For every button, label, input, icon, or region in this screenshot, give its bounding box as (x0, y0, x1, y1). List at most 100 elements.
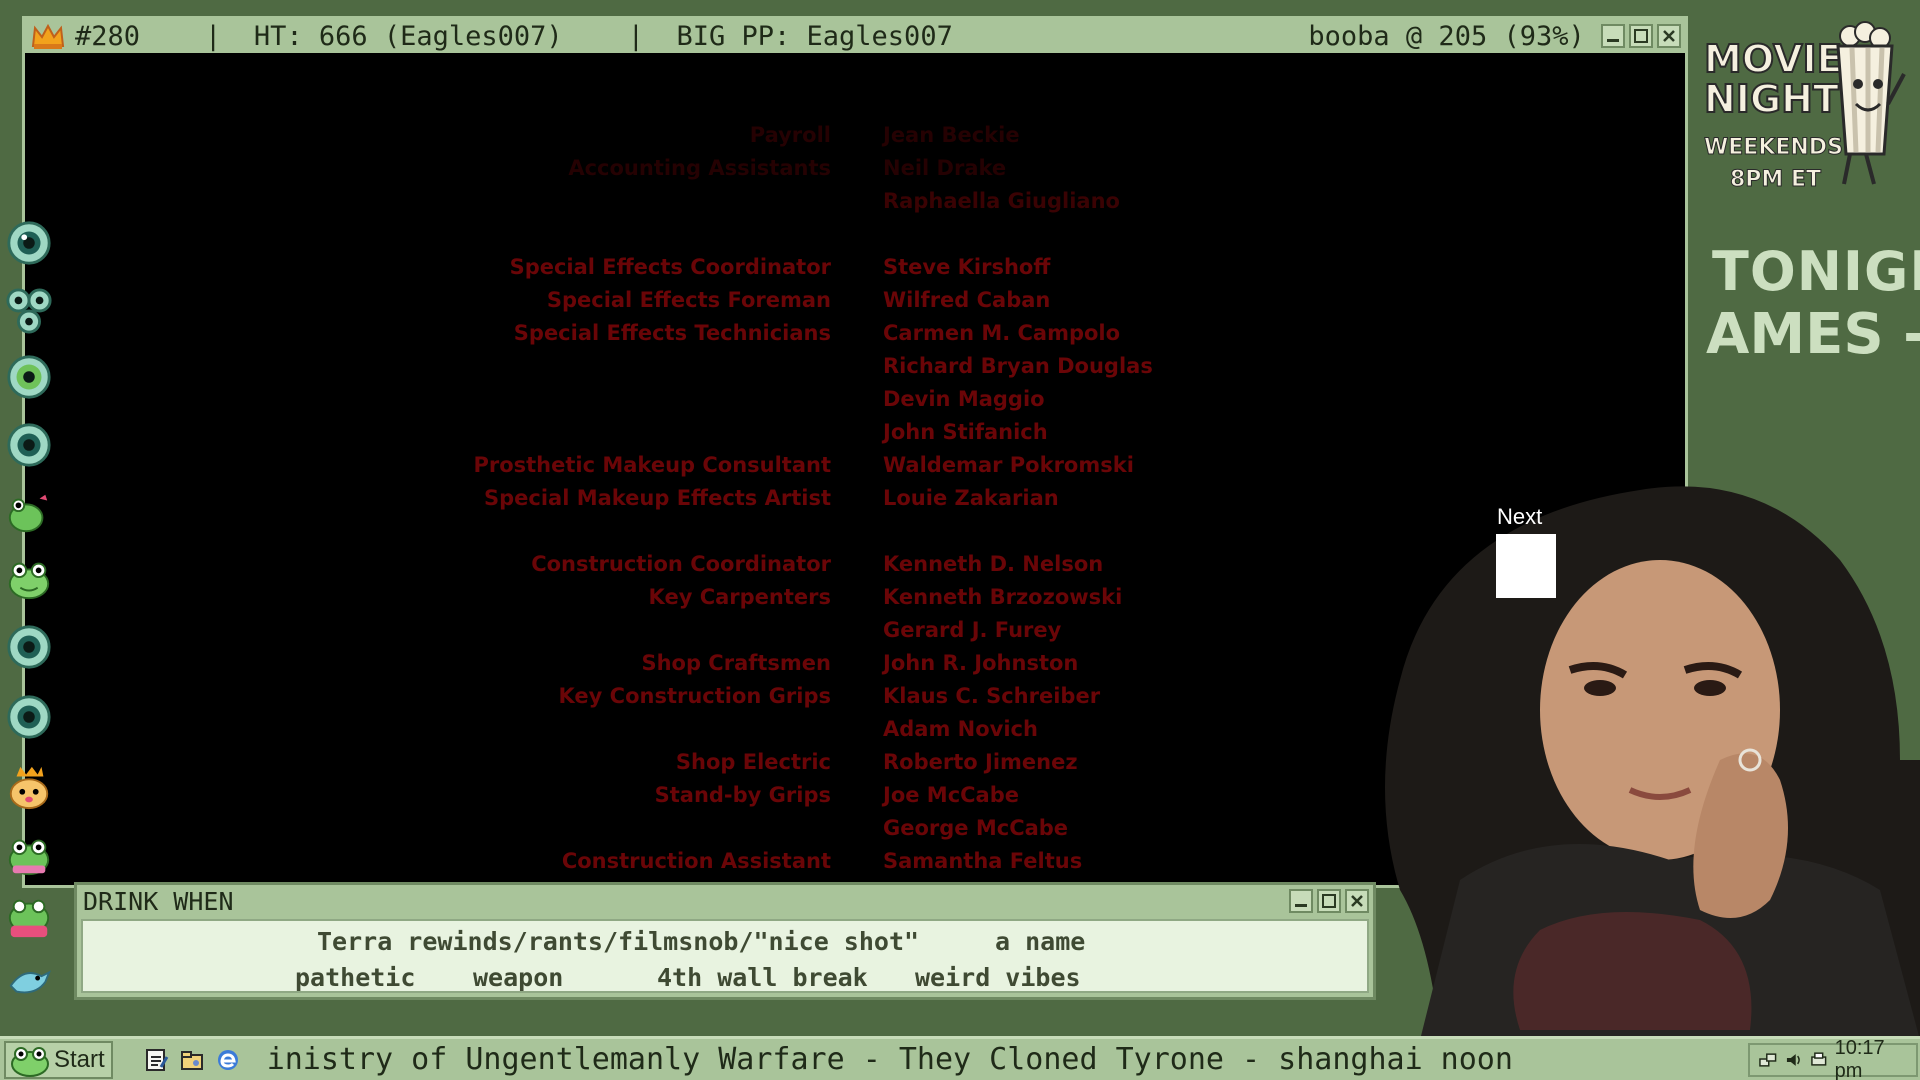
high-tip: HT: 666 (Eagles007) (253, 20, 563, 52)
credit-name: Adam Novich (883, 717, 1038, 741)
triple-eyes-emote-icon (4, 286, 54, 336)
logo-line-3: WEEKENDS (1704, 135, 1843, 160)
eyeball-emote-icon (4, 218, 54, 268)
stream-counter: #280 (75, 20, 141, 52)
title-separator: | (562, 20, 677, 52)
frog-start-icon (11, 1046, 49, 1077)
explorer-icon[interactable] (179, 1047, 205, 1073)
logo-line-2: NIGHT (1704, 77, 1839, 121)
internet-explorer-icon[interactable] (215, 1047, 241, 1073)
drink-rule: Terra rewinds/rants/filmsnob/"nice shot" (317, 927, 920, 956)
credit-role: Construction Assistant (561, 849, 831, 873)
credit-row: Richard Bryan Douglas (25, 354, 1685, 384)
logo-line-4: 8PM ET (1730, 167, 1821, 192)
minimize-icon (1607, 39, 1619, 42)
next-preview (1496, 534, 1556, 598)
credit-name: Jean Beckie (883, 123, 1020, 147)
title-separator: | (140, 20, 254, 52)
credit-name: John R. Johnston (883, 651, 1079, 675)
logo-line-1: MOVIE (1704, 37, 1843, 81)
credit-name: Kenneth D. Nelson (883, 552, 1104, 576)
credit-name: Carmen M. Campolo (883, 321, 1121, 345)
network-icon[interactable] (1758, 1050, 1778, 1070)
credit-name: Waldemar Pokromski (883, 453, 1134, 477)
maximize-button[interactable] (1317, 889, 1341, 913)
eyeball-emote-icon (4, 420, 54, 470)
crowned-cat-emote-icon (4, 762, 54, 812)
credit-role: Stand-by Grips (654, 783, 831, 807)
drink-when-window: DRINK WHEN Terra rewinds/rants/filmsnob/… (74, 882, 1376, 1000)
drink-rule: pathetic (295, 963, 416, 992)
drink-rule: 4th wall break (657, 963, 868, 992)
notepad-icon[interactable] (143, 1047, 169, 1073)
credit-role: Special Effects Foreman (546, 288, 831, 312)
tonight-heading: TONIGHT: (1712, 240, 1920, 303)
credit-row: Special Effects Technicians Carmen M. Ca… (25, 321, 1685, 351)
status-readout: booba @ 205 (93%) (1308, 20, 1585, 52)
quick-launch (143, 1047, 241, 1073)
credit-name: Gerard J. Furey (883, 618, 1062, 642)
credit-row: John Stifanich (25, 420, 1685, 450)
credit-role: Construction Coordinator (531, 552, 831, 576)
credit-role: Key Construction Grips (558, 684, 831, 708)
credit-role: Special Effects Coordinator (509, 255, 831, 279)
close-button[interactable] (1657, 24, 1681, 48)
minimize-button[interactable] (1601, 24, 1625, 48)
maximize-button[interactable] (1629, 24, 1653, 48)
crown-icon (31, 23, 65, 49)
credit-name: Kenneth Brzozowski (883, 585, 1123, 609)
credit-name: Neil Drake (883, 156, 1007, 180)
drink-when-titlebar[interactable]: DRINK WHEN (77, 885, 1373, 917)
maximize-icon (1634, 29, 1648, 43)
credit-name: John Stifanich (883, 420, 1048, 444)
tonight-subtitle: AMES - (1706, 302, 1920, 367)
credit-row: Accounting Assistants Neil Drake (25, 156, 1685, 186)
start-button[interactable]: Start (4, 1040, 113, 1079)
credit-row: Special Effects Coordinator Steve Kirsho… (25, 255, 1685, 285)
credit-role: Prosthetic Makeup Consultant (473, 453, 831, 477)
drink-rule: weird vibes (915, 963, 1081, 992)
credit-role: Special Effects Technicians (513, 321, 831, 345)
minimize-icon (1295, 904, 1307, 907)
drink-rule: weapon (473, 963, 564, 992)
volume-icon[interactable] (1784, 1050, 1804, 1070)
bird-emote-icon (4, 956, 54, 1006)
popcorn-mascot-icon (1836, 21, 1906, 185)
credit-row: Raphaella Giugliano (25, 189, 1685, 219)
webcam-feed (1385, 486, 1920, 1040)
frog-pink-emote-icon (4, 892, 54, 942)
drink-rules: Terra rewinds/rants/filmsnob/"nice shot"… (81, 919, 1369, 993)
movie-night-logo: MOVIE NIGHT WEEKENDS 8PM ET (1703, 21, 1906, 193)
credit-name: Roberto Jimenez (883, 750, 1078, 774)
frog-hug-emote-icon (4, 830, 54, 880)
credit-name: Samantha Feltus (883, 849, 1083, 873)
credit-row: Special Effects Foreman Wilfred Caban (25, 288, 1685, 318)
drink-rule: a name (995, 927, 1086, 956)
credit-role: Key Carpenters (648, 585, 831, 609)
credit-role: Accounting Assistants (568, 156, 831, 180)
printer-icon[interactable] (1809, 1050, 1829, 1070)
credit-name: Klaus C. Schreiber (883, 684, 1101, 708)
frog-emote-icon (4, 554, 54, 604)
credit-name: Richard Bryan Douglas (883, 354, 1153, 378)
credit-name: George McCabe (883, 816, 1069, 840)
frog-kiss-emote-icon (4, 488, 54, 538)
movie-window-titlebar[interactable]: #280 | HT: 666 (Eagles007) | BIG PP: Eag… (25, 19, 1685, 53)
minimize-button[interactable] (1289, 889, 1313, 913)
maximize-icon (1322, 894, 1336, 908)
big-pp: BIG PP: Eagles007 (676, 20, 953, 52)
credit-name: Joe McCabe (883, 783, 1019, 807)
close-icon (1663, 30, 1675, 42)
taskbar: Start inistry of Ungentlemanly Warfare -… (0, 1036, 1920, 1080)
credit-row: Payroll Jean Beckie (25, 123, 1685, 153)
clock: 10:17 pm (1834, 1037, 1885, 1080)
drink-when-title: DRINK WHEN (83, 886, 234, 916)
eyeball-emote-icon (4, 692, 54, 742)
credit-name: Steve Kirshoff (883, 255, 1051, 279)
credit-role: Payroll (749, 123, 831, 147)
credit-role: Special Makeup Effects Artist (483, 486, 831, 510)
credit-role: Shop Craftsmen (641, 651, 831, 675)
credit-name: Raphaella Giugliano (883, 189, 1120, 213)
now-playing-ticker: inistry of Ungentlemanly Warfare - They … (266, 1042, 1513, 1077)
credit-role: Shop Electric (675, 750, 831, 774)
